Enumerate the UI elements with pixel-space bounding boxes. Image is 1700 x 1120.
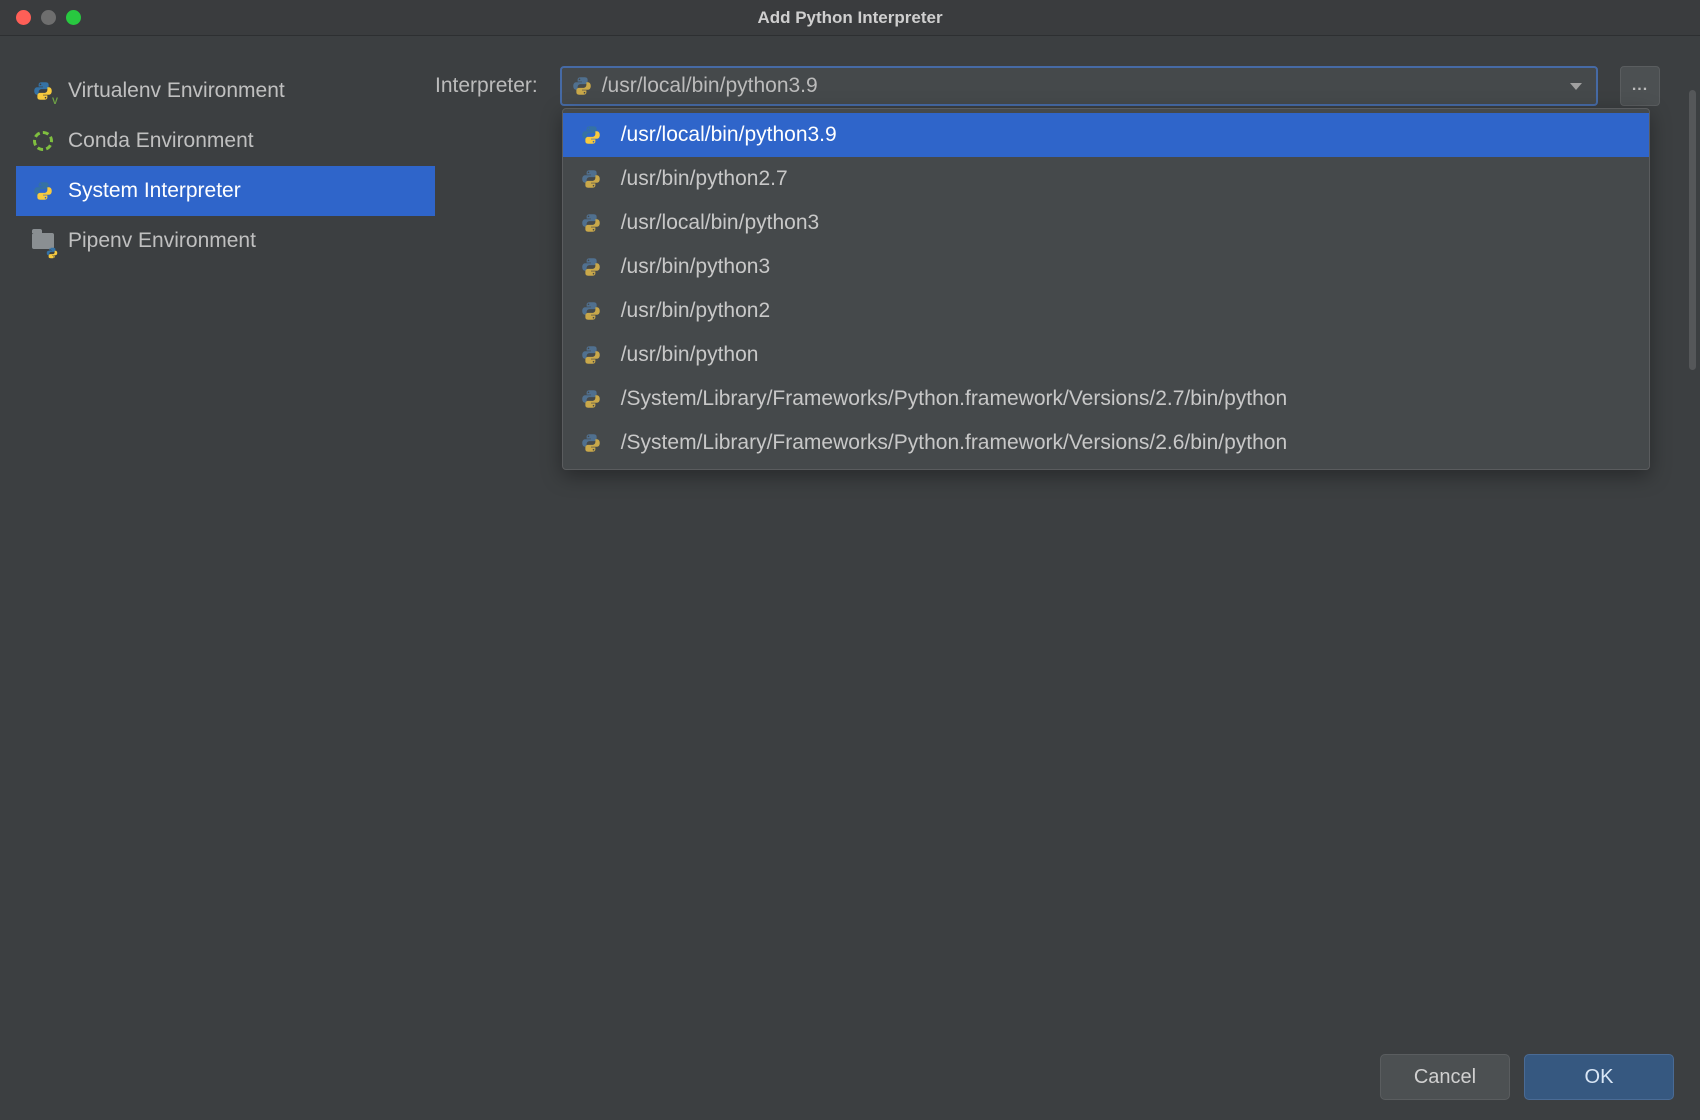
- interpreter-option[interactable]: /usr/bin/python2.7: [563, 157, 1649, 201]
- zoom-window-icon[interactable]: [66, 10, 81, 25]
- interpreter-label: Interpreter:: [435, 74, 538, 98]
- sidebar-item-label: System Interpreter: [68, 179, 241, 203]
- ellipsis-icon: ...: [1632, 77, 1648, 95]
- ok-button-label: OK: [1585, 1066, 1614, 1089]
- dialog-buttons: Cancel OK: [1380, 1054, 1674, 1100]
- python-icon: [572, 76, 592, 96]
- python-icon: [581, 389, 601, 409]
- python-icon: [581, 125, 601, 145]
- interpreter-value: /usr/local/bin/python3.9: [602, 74, 1560, 98]
- interpreter-option[interactable]: /usr/local/bin/python3.9: [563, 113, 1649, 157]
- sidebar-item-label: Conda Environment: [68, 129, 254, 153]
- close-window-icon[interactable]: [16, 10, 31, 25]
- sidebar-item-conda-environment[interactable]: Conda Environment: [16, 116, 435, 166]
- sidebar-item-system-interpreter[interactable]: System Interpreter: [16, 166, 435, 216]
- interpreter-option-path: /usr/bin/python2: [621, 299, 770, 323]
- interpreter-option[interactable]: /usr/bin/python3: [563, 245, 1649, 289]
- window-controls: [0, 10, 81, 25]
- sidebar-item-label: Pipenv Environment: [68, 229, 256, 253]
- main-panel: Interpreter: /usr/local/bin/python3.9 /u…: [435, 36, 1700, 1120]
- python-v-icon: V: [32, 80, 54, 102]
- dialog-body: V Virtualenv Environment Conda Environment…: [0, 36, 1700, 1120]
- sidebar-item-pipenv-environment[interactable]: Pipenv Environment: [16, 216, 435, 266]
- sidebar-item-virtualenv-environment[interactable]: V Virtualenv Environment: [16, 66, 435, 116]
- python-icon: [581, 433, 601, 453]
- interpreter-option-path: /System/Library/Frameworks/Python.framew…: [621, 387, 1287, 411]
- interpreter-option[interactable]: /usr/bin/python: [563, 333, 1649, 377]
- interpreter-option[interactable]: /System/Library/Frameworks/Python.framew…: [563, 421, 1649, 465]
- python-icon: [32, 180, 54, 202]
- window-title: Add Python Interpreter: [757, 8, 942, 28]
- interpreter-option[interactable]: /usr/bin/python2: [563, 289, 1649, 333]
- interpreter-dropdown-list: /usr/local/bin/python3.9/usr/bin/python2…: [562, 108, 1650, 470]
- interpreter-option[interactable]: /usr/local/bin/python3: [563, 201, 1649, 245]
- interpreter-row: Interpreter: /usr/local/bin/python3.9 /u…: [435, 66, 1660, 106]
- interpreter-option[interactable]: /System/Library/Frameworks/Python.framew…: [563, 377, 1649, 421]
- sidebar: V Virtualenv Environment Conda Environment…: [0, 36, 435, 1120]
- interpreter-option-path: /usr/bin/python3: [621, 255, 770, 279]
- interpreter-option-path: /usr/bin/python: [621, 343, 759, 367]
- interpreter-option-path: /usr/local/bin/python3: [621, 211, 819, 235]
- browse-button[interactable]: ...: [1620, 66, 1660, 106]
- minimize-window-icon: [41, 10, 56, 25]
- conda-icon: [32, 130, 54, 152]
- python-icon: [581, 169, 601, 189]
- cancel-button[interactable]: Cancel: [1380, 1054, 1510, 1100]
- interpreter-option-path: /usr/local/bin/python3.9: [621, 123, 837, 147]
- scrollbar-thumb[interactable]: [1689, 90, 1696, 370]
- interpreter-combobox[interactable]: /usr/local/bin/python3.9 /usr/local/bin/…: [560, 66, 1598, 106]
- python-icon: [581, 345, 601, 365]
- dialog-window: Add Python Interpreter V Virtualenv Envir…: [0, 0, 1700, 1120]
- python-icon: [581, 257, 601, 277]
- python-icon: [581, 213, 601, 233]
- ok-button[interactable]: OK: [1524, 1054, 1674, 1100]
- titlebar: Add Python Interpreter: [0, 0, 1700, 36]
- interpreter-option-path: /System/Library/Frameworks/Python.framew…: [621, 431, 1287, 455]
- interpreter-option-path: /usr/bin/python2.7: [621, 167, 788, 191]
- sidebar-item-label: Virtualenv Environment: [68, 79, 285, 103]
- chevron-down-icon: [1570, 83, 1582, 90]
- cancel-button-label: Cancel: [1414, 1066, 1476, 1089]
- python-icon: [581, 301, 601, 321]
- folder-python-icon: [32, 230, 54, 252]
